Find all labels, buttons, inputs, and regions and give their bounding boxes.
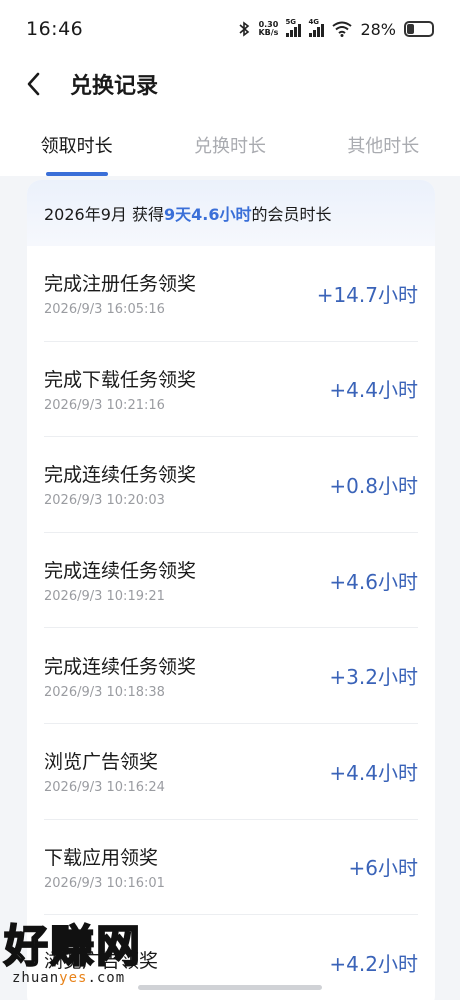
signal-4g-label: 4G: [308, 18, 320, 26]
home-indicator[interactable]: [138, 985, 322, 990]
tab-label: 领取时长: [40, 136, 113, 157]
record-title: 完成连续任务领奖: [44, 464, 197, 487]
record-time: 2026/9/3 10:21:16: [44, 397, 165, 413]
bluetooth-icon: [239, 21, 250, 37]
tab-label: 兑换时长: [193, 136, 266, 157]
signal-4g-icon: 4G: [308, 18, 325, 37]
record-title: 完成连续任务领奖: [44, 655, 197, 678]
record-amount: +3.2小时: [329, 665, 418, 690]
record-title: 完成下载任务领奖: [44, 368, 197, 391]
status-bar: 16:46 0.30 KB/s 5G 4G 28%: [0, 0, 460, 58]
net-speed-unit: KB/s: [258, 28, 279, 37]
list-item[interactable]: 完成下载任务领奖 2026/9/3 10:21:16 +4.4小时: [44, 342, 418, 438]
signal-5g-label: 5G: [285, 18, 297, 26]
chevron-left-icon[interactable]: [26, 72, 50, 96]
list-item[interactable]: 完成连续任务领奖 2026/9/3 10:20:03 +0.8小时: [44, 437, 418, 533]
list-item[interactable]: 完成注册任务领奖 2026/9/3 16:05:16 +14.7小时: [44, 246, 418, 342]
page-title: 兑换记录: [70, 74, 159, 99]
wifi-icon: [332, 21, 353, 37]
record-title: 浏览广告领奖: [44, 949, 159, 972]
status-icons: 0.30 KB/s 5G 4G 28%: [238, 18, 434, 39]
net-speed: 0.30 KB/s: [258, 21, 278, 37]
record-amount: +6小时: [348, 856, 418, 881]
record-time: 2026/9/3 10:20:03: [44, 493, 165, 509]
app-header: 16:46 0.30 KB/s 5G 4G 28% 兑换记录 领取时长 兑换时长…: [0, 0, 460, 176]
record-title: 完成注册任务领奖: [44, 273, 197, 296]
month-summary: 2026年9月 获得 9天4.6小时 的会员时长: [27, 180, 435, 246]
records-list: 完成注册任务领奖 2026/9/3 16:05:16 +14.7小时 完成下载任务…: [27, 246, 435, 1000]
summary-prefix: 2026年9月 获得: [44, 205, 164, 224]
list-item[interactable]: 下载应用领奖 2026/9/3 10:16:01 +6小时: [44, 820, 418, 916]
record-time: 2026/9/3 10:16:24: [44, 780, 165, 796]
nav-bar: 兑换记录: [0, 58, 460, 110]
record-time: 2026/9/3 10:19:21: [44, 589, 165, 605]
tab-claimed-duration[interactable]: 领取时长: [0, 132, 153, 176]
list-item[interactable]: 完成连续任务领奖 2026/9/3 10:19:21 +4.6小时: [44, 533, 418, 629]
record-amount: +4.6小时: [329, 569, 418, 594]
summary-suffix: 的会员时长: [251, 205, 332, 224]
list-item[interactable]: 浏览广告领奖 2026/9/3 10:16:24 +4.4小时: [44, 724, 418, 820]
tab-other-duration[interactable]: 其他时长: [307, 132, 460, 176]
record-amount: +0.8小时: [329, 473, 418, 498]
record-time: 2026/9/3 10:16:01: [44, 875, 165, 891]
tab-redeemed-duration[interactable]: 兑换时长: [153, 132, 306, 176]
record-amount: +4.4小时: [329, 760, 418, 785]
record-amount: +14.7小时: [316, 282, 418, 307]
list-item[interactable]: 完成连续任务领奖 2026/9/3 10:18:38 +3.2小时: [44, 628, 418, 724]
status-time: 16:46: [26, 18, 84, 40]
record-time: 2026/9/3 16:05:16: [44, 302, 165, 318]
tab-bar: 领取时长 兑换时长 其他时长: [0, 110, 460, 176]
record-title: 完成连续任务领奖: [44, 560, 197, 583]
record-title: 浏览广告领奖: [44, 751, 159, 774]
record-title: 下载应用领奖: [44, 846, 159, 869]
tab-label: 其他时长: [347, 136, 420, 157]
records-card: 2026年9月 获得 9天4.6小时 的会员时长 完成注册任务领奖 2026/9/…: [27, 180, 435, 1000]
summary-highlight: 9天4.6小时: [164, 205, 252, 224]
record-amount: +4.2小时: [329, 951, 418, 976]
record-amount: +4.4小时: [329, 378, 418, 403]
battery-percent: 28%: [360, 19, 396, 39]
signal-5g-icon: 5G: [285, 18, 302, 37]
record-time: 2026/9/3 10:18:38: [44, 684, 165, 700]
battery-icon: [404, 21, 434, 37]
